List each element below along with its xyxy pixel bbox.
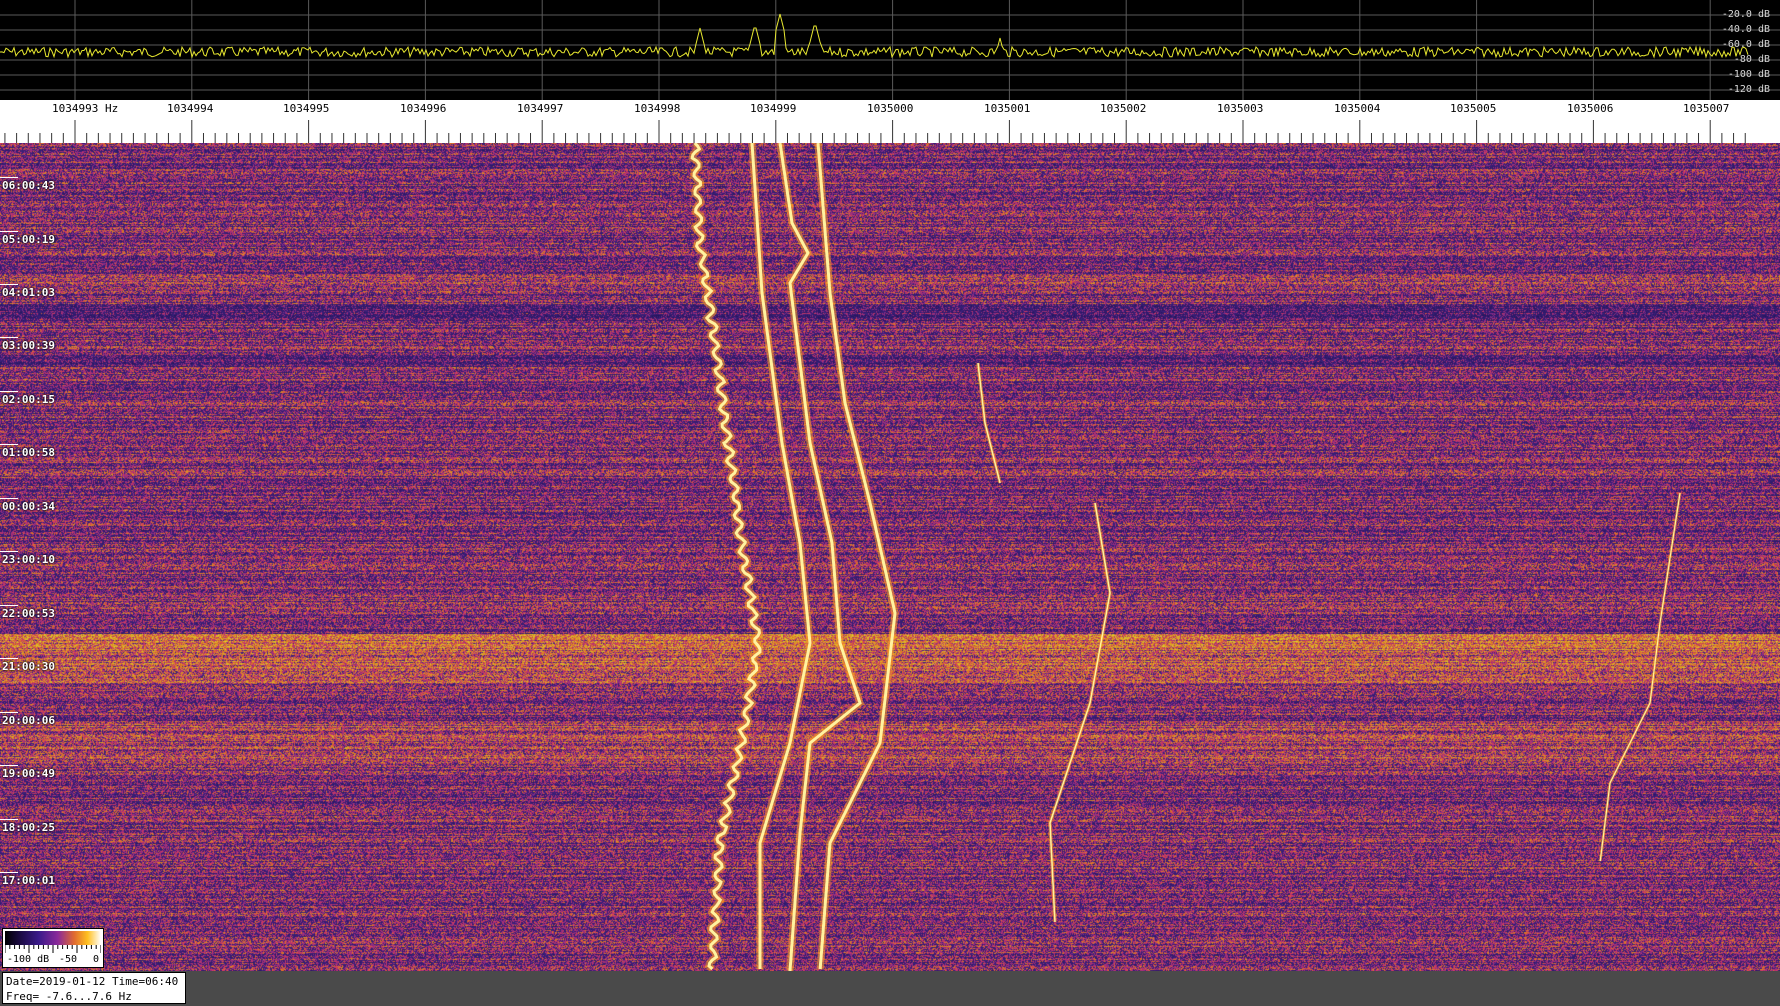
time-label: 00:00:34: [2, 500, 55, 513]
signal-trace: [1599, 492, 1681, 862]
status-bar: [0, 971, 1780, 1006]
colorbar-legend: -100 dB -50 0: [2, 928, 104, 968]
signal-trace-glow: [1598, 492, 1682, 862]
freq-label: 1034998: [634, 102, 681, 115]
freq-label: 1035005: [1450, 102, 1497, 115]
time-tick: [0, 712, 18, 713]
time-tick: [0, 284, 18, 285]
freq-label: 1035007: [1683, 102, 1730, 115]
time-tick: [0, 231, 18, 232]
time-label: 06:00:43: [2, 179, 55, 192]
waterfall-display: 06:00:43 05:00:19 04:01:03 03:00:39 02:0…: [0, 143, 1780, 971]
spectrum-panel: -20.0 dB -40.0 dB -60.0 dB -80 dB -100 d…: [0, 0, 1780, 100]
freq-label: 1034995: [283, 102, 330, 115]
freq-label: 1034994: [167, 102, 214, 115]
colorbar-ticks: [5, 945, 101, 953]
freq-label: 1034993 Hz: [52, 102, 119, 115]
signal-trace-glow: [1048, 502, 1112, 923]
freq-label: 1034996: [400, 102, 447, 115]
date-time-text: Date=2019-01-12 Time=06:40: [6, 975, 179, 988]
time-label: 04:01:03: [2, 286, 55, 299]
time-tick: [0, 605, 18, 606]
time-label: 01:00:58: [2, 446, 55, 459]
time-tick: [0, 177, 18, 178]
colorbar-min-label: -100 dB: [7, 954, 50, 965]
freq-range-text: Freq= -7.6...7.6 Hz: [6, 990, 132, 1003]
freq-label: 1035000: [867, 102, 914, 115]
time-tick: [0, 337, 18, 338]
freq-label: 1035003: [1217, 102, 1264, 115]
time-label: 05:00:19: [2, 233, 55, 246]
signal-traces: [688, 143, 1682, 971]
time-label: 17:00:01: [2, 874, 55, 887]
time-tick: [0, 498, 18, 499]
time-label: 22:00:53: [2, 607, 55, 620]
frequency-scale: 1034993 Hz 1034994 1034995 1034996 10349…: [0, 100, 1780, 143]
spectrum-trace: [0, 13, 1749, 59]
time-tick: [0, 658, 18, 659]
spectrum-plot: [0, 0, 1780, 100]
signal-trace-glow: [976, 362, 1002, 484]
colorbar-max-label: 0: [93, 954, 100, 965]
time-tick: [0, 872, 18, 873]
signal-trace: [1049, 502, 1111, 923]
db-label: -120 dB: [1727, 84, 1770, 95]
freq-label: 1034997: [517, 102, 564, 115]
colorbar-mid-label: -50: [59, 954, 78, 965]
freq-label: 1034999: [750, 102, 797, 115]
time-tick: [0, 444, 18, 445]
signal-trace-glow: [776, 143, 865, 971]
db-label: -60.0 dB: [1721, 39, 1770, 50]
db-label: -100 dB: [1727, 69, 1770, 80]
time-label: 18:00:25: [2, 821, 55, 834]
time-tick: [0, 551, 18, 552]
time-label: 19:00:49: [2, 767, 55, 780]
time-label: 21:00:30: [2, 660, 55, 673]
freq-label: 1035006: [1567, 102, 1614, 115]
time-tick: [0, 765, 18, 766]
time-label: 03:00:39: [2, 339, 55, 352]
colorbar-gradient: [5, 931, 101, 945]
freq-label: 1035001: [984, 102, 1031, 115]
freq-label: 1035004: [1334, 102, 1381, 115]
db-label: -80 dB: [1733, 54, 1770, 65]
time-label: 23:00:10: [2, 553, 55, 566]
time-tick: [0, 391, 18, 392]
freq-label: 1035002: [1100, 102, 1147, 115]
time-label: 02:00:15: [2, 393, 55, 406]
time-tick: [0, 819, 18, 820]
time-label: 20:00:06: [2, 714, 55, 727]
db-label: -40.0 dB: [1721, 24, 1770, 35]
db-label: -20.0 dB: [1721, 9, 1770, 20]
info-box: Date=2019-01-12 Time=06:40 Freq= -7.6...…: [2, 972, 186, 1004]
signal-trace: [778, 143, 862, 971]
